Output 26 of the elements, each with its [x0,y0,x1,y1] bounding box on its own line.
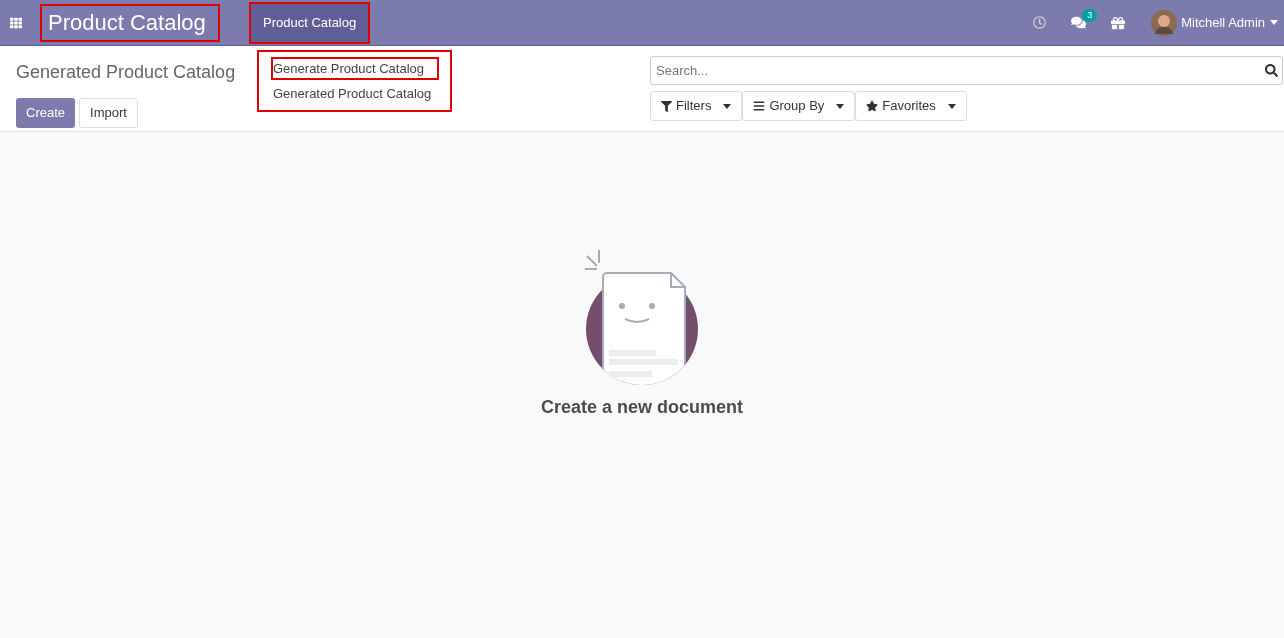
filter-icon [661,100,672,112]
filter-dropdown-button[interactable]: Filters [650,91,743,121]
list-icon [753,100,766,112]
empty-state-title: Create a new document [540,396,744,419]
message-count-badge: 3 [1082,9,1098,22]
menu-tab[interactable]: Product Catalog [249,1,371,44]
chat-icon[interactable] [1071,15,1087,30]
search-field[interactable]: Search... [650,56,1283,85]
caret-icon [723,103,732,109]
create-button[interactable]: Create [16,98,76,128]
caret-icon [836,103,845,109]
user-menu-button[interactable]: Mitchell Admin [1181,12,1284,33]
filter-dropdown-button[interactable]: Favorites [855,91,967,121]
gift-icon[interactable] [1111,15,1126,30]
caret-icon [947,103,956,109]
caret-icon [1270,20,1278,25]
search-icon[interactable] [1265,64,1278,77]
dropdown-item[interactable]: Generate Product Catalog [271,57,439,80]
breadcrumb: Generated Product Catalog [16,61,236,84]
app-title: Product Catalog [40,3,220,42]
dropdown-item[interactable]: Generated Product Catalog [271,82,439,105]
clock-icon[interactable] [1033,16,1047,29]
filter-dropdown-button[interactable]: Group By [742,91,856,121]
avatar [1151,9,1178,36]
import-button[interactable]: Import [79,98,138,128]
star-icon [866,100,879,112]
